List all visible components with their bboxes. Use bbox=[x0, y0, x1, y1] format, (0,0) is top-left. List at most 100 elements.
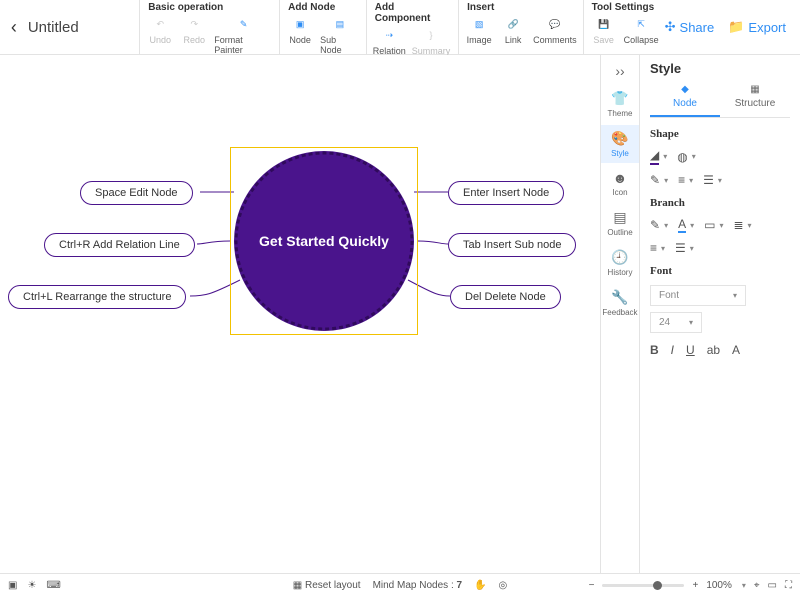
collapse-button[interactable]: ⇱Collapse bbox=[624, 15, 659, 45]
center-node[interactable]: Get Started Quickly bbox=[234, 151, 414, 331]
font-size-select[interactable]: 24▾ bbox=[650, 312, 702, 333]
summary-button[interactable]: }Summary bbox=[412, 26, 451, 56]
paint-icon: ✎ bbox=[235, 15, 253, 33]
outline-icon: ▤ bbox=[613, 209, 626, 226]
pen2-icon: ✎ bbox=[650, 218, 660, 232]
shape-type-button[interactable]: ◍▾ bbox=[677, 148, 696, 165]
branch-color-button[interactable]: ✎▾ bbox=[650, 217, 668, 233]
keyboard-button[interactable]: ⌨ bbox=[46, 580, 60, 591]
leaf-node[interactable]: Space Edit Node bbox=[80, 181, 193, 205]
rect-icon: ▭ bbox=[704, 218, 715, 232]
redo-button[interactable]: ↷Redo bbox=[180, 15, 208, 55]
save-button[interactable]: 💾Save bbox=[590, 15, 618, 45]
uline-icon: A bbox=[678, 217, 686, 233]
branch-align-button[interactable]: ≣▾ bbox=[733, 217, 751, 233]
style-icon: 🎨 bbox=[611, 130, 628, 147]
fill-color-button[interactable]: ◢▾ bbox=[650, 148, 667, 165]
zoom-in-button[interactable]: + bbox=[692, 580, 698, 591]
zoom-menu-button[interactable]: ▾ bbox=[742, 581, 746, 590]
leaf-node[interactable]: Tab Insert Sub node bbox=[448, 233, 576, 257]
tab-structure[interactable]: ▦Structure bbox=[720, 84, 790, 117]
branch-underline-button[interactable]: A▾ bbox=[678, 217, 694, 233]
right-rail: ›› 👕Theme 🎨Style ☻Icon ▤Outline 🕘History… bbox=[600, 55, 640, 573]
chevron-down-icon: ▾ bbox=[663, 152, 667, 161]
relation-icon: ⇢ bbox=[380, 26, 398, 44]
status-bar: ▣ ☀ ⌨ ▦ Reset layout Mind Map Nodes : 7 … bbox=[0, 573, 800, 597]
reset-layout-button[interactable]: ▦ Reset layout bbox=[293, 580, 361, 591]
icon-icon: ☻ bbox=[613, 170, 628, 186]
focus-button[interactable]: ◎ bbox=[499, 580, 508, 591]
node-tab-icon: ◆ bbox=[681, 84, 689, 95]
node-count: Mind Map Nodes : 7 bbox=[373, 580, 463, 591]
rail-icon[interactable]: ☻Icon bbox=[601, 165, 639, 202]
add-node-button[interactable]: ▣Node bbox=[286, 15, 314, 55]
bold-button[interactable]: B bbox=[650, 343, 659, 357]
border-color-button[interactable]: ✎▾ bbox=[650, 173, 668, 187]
undo-button[interactable]: ↶Undo bbox=[146, 15, 174, 55]
section-branch: Branch bbox=[650, 197, 790, 209]
rail-collapse-button[interactable]: ›› bbox=[615, 59, 624, 83]
panel-tabs: ◆Node ▦Structure bbox=[650, 84, 790, 118]
relation-button[interactable]: ⇢Relation bbox=[373, 26, 406, 56]
redo-icon: ↷ bbox=[185, 15, 203, 33]
insert-link-button[interactable]: 🔗Link bbox=[499, 15, 527, 45]
underline-button[interactable]: U bbox=[686, 343, 695, 357]
width2-icon: ☰ bbox=[675, 241, 686, 255]
canvas[interactable]: Get Started Quickly Space Edit Node Ctrl… bbox=[0, 55, 600, 573]
export-button[interactable]: 📁Export bbox=[728, 19, 786, 35]
fill-icon: ◢ bbox=[650, 148, 659, 165]
presentation-button[interactable]: ▭ bbox=[768, 580, 777, 591]
doc-title[interactable]: Untitled bbox=[28, 0, 139, 54]
node-icon: ▣ bbox=[291, 15, 309, 33]
zoom-out-button[interactable]: − bbox=[589, 580, 595, 591]
comments-button[interactable]: 💬Comments bbox=[533, 15, 577, 45]
rail-style[interactable]: 🎨Style bbox=[601, 125, 639, 163]
rail-history[interactable]: 🕘History bbox=[601, 244, 639, 282]
border-width-button[interactable]: ☰▾ bbox=[703, 173, 722, 187]
align-icon: ≣ bbox=[733, 218, 743, 232]
fullscreen-button[interactable]: ⛶ bbox=[785, 580, 792, 591]
zoom-slider[interactable] bbox=[602, 584, 684, 587]
branch-box-button[interactable]: ▭▾ bbox=[704, 217, 723, 233]
strike-button[interactable]: ab bbox=[707, 343, 720, 357]
leaf-node[interactable]: Del Delete Node bbox=[450, 285, 561, 309]
fit-button[interactable]: ⌖ bbox=[754, 580, 760, 591]
insert-image-button[interactable]: ▧Image bbox=[465, 15, 493, 45]
bucket-icon: ◍ bbox=[677, 150, 687, 164]
zoom-level: 100% bbox=[706, 580, 732, 591]
save-icon: 💾 bbox=[595, 15, 613, 33]
branch-line-width-button[interactable]: ☰▾ bbox=[675, 241, 694, 255]
add-subnode-button[interactable]: ▤Sub Node bbox=[320, 15, 360, 55]
share-icon: ✣ bbox=[665, 19, 676, 35]
branch-line-style-button[interactable]: ≡▾ bbox=[650, 241, 665, 255]
link-icon: 🔗 bbox=[504, 15, 522, 33]
share-button[interactable]: ✣Share bbox=[665, 19, 715, 35]
chevron-down-icon: ▾ bbox=[689, 318, 693, 327]
subnode-icon: ▤ bbox=[331, 15, 349, 33]
rail-outline[interactable]: ▤Outline bbox=[601, 204, 639, 242]
leaf-node[interactable]: Enter Insert Node bbox=[448, 181, 564, 205]
top-toolbar: ‹ Untitled Basic operation ↶Undo ↷Redo ✎… bbox=[0, 0, 800, 55]
leaf-node[interactable]: Ctrl+R Add Relation Line bbox=[44, 233, 195, 257]
export-icon: 📁 bbox=[728, 19, 744, 35]
view-mode-button[interactable]: ▣ bbox=[8, 580, 17, 591]
theme-icon: 👕 bbox=[611, 90, 628, 107]
style-panel: Style ◆Node ▦Structure Shape ◢▾ ◍▾ ✎▾ ≡▾… bbox=[640, 55, 800, 573]
brightness-button[interactable]: ☀ bbox=[27, 580, 36, 591]
group-label: Basic operation bbox=[146, 2, 273, 13]
top-actions: ✣Share 📁Export bbox=[665, 0, 800, 54]
rail-theme[interactable]: 👕Theme bbox=[601, 85, 639, 123]
border-style-button[interactable]: ≡▾ bbox=[678, 173, 693, 187]
font-family-select[interactable]: Font▾ bbox=[650, 285, 746, 306]
font-color-button[interactable]: A bbox=[732, 343, 740, 357]
tab-node[interactable]: ◆Node bbox=[650, 84, 720, 117]
lines2-icon: ≡ bbox=[650, 241, 657, 255]
pan-button[interactable]: ✋ bbox=[474, 580, 486, 591]
back-button[interactable]: ‹ bbox=[0, 0, 28, 54]
rail-feedback[interactable]: 🔧Feedback bbox=[601, 284, 639, 322]
italic-button[interactable]: I bbox=[671, 343, 674, 357]
format-painter-button[interactable]: ✎Format Painter bbox=[214, 15, 273, 55]
chevron-down-icon: ▾ bbox=[733, 291, 737, 300]
history-icon: 🕘 bbox=[611, 249, 628, 266]
leaf-node[interactable]: Ctrl+L Rearrange the structure bbox=[8, 285, 186, 309]
